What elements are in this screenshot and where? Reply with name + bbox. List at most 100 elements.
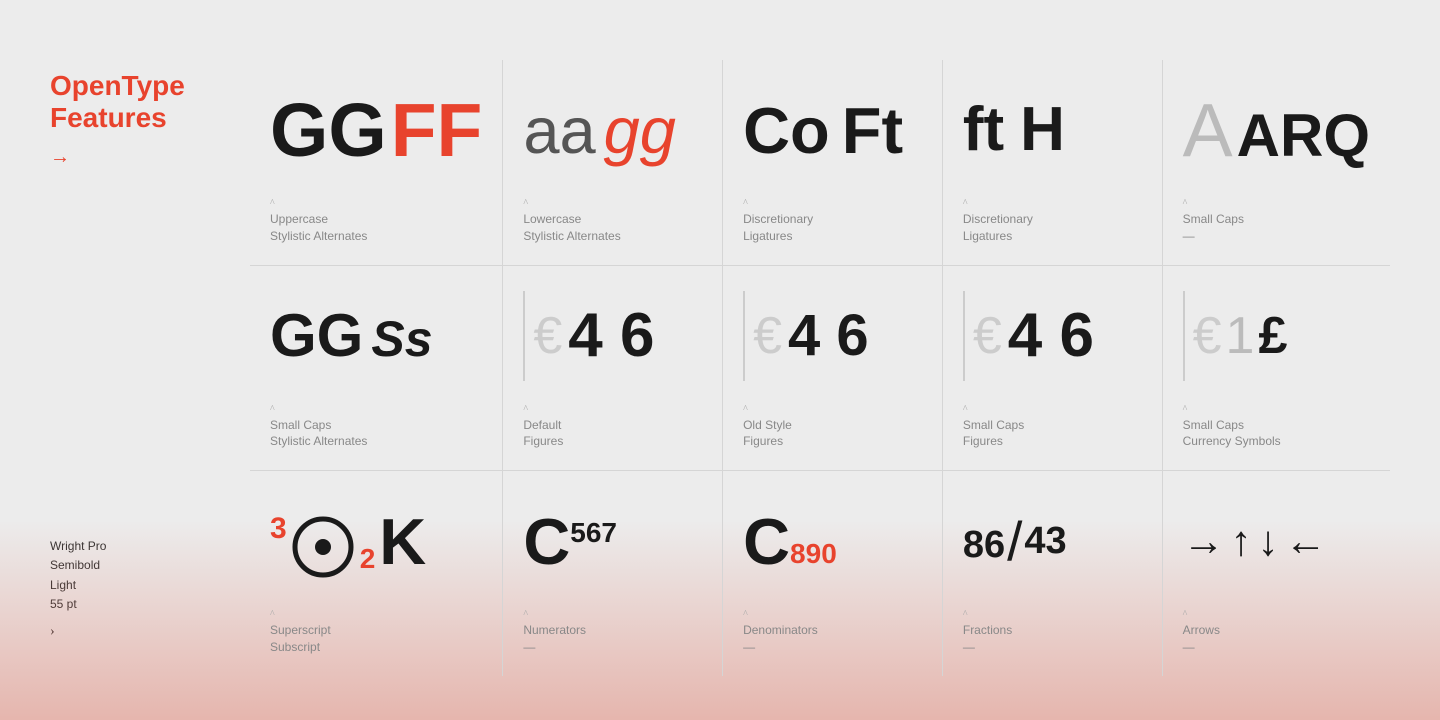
cell-lowercase-stylistic: aa gg ^ LowercaseStylistic Alternates (502, 60, 722, 265)
caret-icon: ^ (743, 404, 922, 415)
caret-icon: ^ (743, 198, 922, 209)
frac-86-text: 86 (963, 524, 1005, 567)
frac-display: 86 / 43 (963, 514, 1067, 569)
label-small-caps: Small Caps— (1183, 211, 1370, 245)
sidebar: OpenTypeFeatures → Wright Pro Semibold L… (50, 60, 250, 660)
cell-display-sc-fig: € 4 6 (963, 276, 1142, 396)
cell-fractions: 86 / 43 ^ Fractions— (942, 470, 1162, 676)
arrow-up-sym: ↑ (1231, 520, 1252, 562)
cell-default-figures: € 4 6 ^ DefaultFigures (502, 265, 722, 471)
cell-old-style-figures: € 4 6 ^ Old StyleFigures (722, 265, 942, 471)
label-disc-lig-2: DiscretionaryLigatures (963, 211, 1142, 245)
label-old-style: Old StyleFigures (743, 417, 922, 451)
cell-display-aa-gg: aa gg (523, 70, 702, 190)
aa-text: aa (523, 98, 595, 163)
co-ft-display: Co Ft (743, 98, 903, 163)
ff-text: FF (391, 93, 483, 168)
caret-icon: ^ (270, 404, 482, 415)
label-denominators: Denominators— (743, 622, 922, 656)
sidebar-bottom: Wright Pro Semibold Light 55 pt › (50, 537, 250, 660)
sub-2-text: 2 (360, 543, 376, 575)
frac-43-text: 43 (1024, 520, 1066, 563)
cell-small-caps: A ARQ ^ Small Caps— (1162, 60, 1390, 265)
a-arq-display: A ARQ (1183, 93, 1370, 168)
curr-syms-display: € 1 £ (1183, 291, 1288, 381)
one-symbol: 1 (1226, 306, 1255, 366)
arrow-right-sym: → (1183, 520, 1225, 562)
label-disc-lig-1: DiscretionaryLigatures (743, 211, 922, 245)
cell-display-a-arq: A ARQ (1183, 70, 1370, 190)
aa-gg-display: aa gg (523, 98, 676, 163)
caret-icon: ^ (963, 198, 1142, 209)
cell-label-1-4: ^ DiscretionaryLigatures (963, 198, 1142, 245)
arrow-right-icon[interactable]: → (50, 146, 70, 169)
c-num-text: C (523, 509, 570, 574)
cell-label-3-5: ^ Arrows— (1183, 609, 1370, 656)
cell-sc-currency: € 1 £ ^ Small CapsCurrency Symbols (1162, 265, 1390, 471)
num-display: C 567 (523, 509, 617, 574)
cell-label-2-4: ^ Small CapsFigures (963, 404, 1142, 451)
sidebar-top: OpenTypeFeatures → (50, 70, 250, 169)
caret-icon: ^ (270, 198, 482, 209)
page-title: OpenTypeFeatures (50, 70, 250, 134)
fig-46: 4 6 (568, 305, 654, 367)
cell-label-1-1: ^ UppercaseStylistic Alternates (270, 198, 482, 245)
sc-fig-46: 4 6 (1008, 305, 1094, 367)
page-container: OpenTypeFeatures → Wright Pro Semibold L… (0, 0, 1440, 720)
old-fig-display: € 4 6 (743, 291, 869, 381)
label-uppercase: UppercaseStylistic Alternates (270, 211, 482, 245)
euro-symbol-2: € (753, 306, 782, 366)
cell-display-num: C 567 (523, 481, 702, 601)
euro-symbol-3: € (973, 306, 1002, 366)
gg-ff-display: GG FF (270, 93, 482, 168)
arrows-display: → ↑ ↓ ← (1183, 520, 1327, 562)
cell-label-3-3: ^ Denominators— (743, 609, 922, 656)
cell-label-1-5: ^ Small Caps— (1183, 198, 1370, 245)
cell-display-frac: 86 / 43 (963, 481, 1142, 601)
co-text: Co (743, 98, 830, 163)
cell-smallcaps-stylistic: GG Ss ^ Small CapsStylistic Alternates (250, 265, 502, 471)
pound-symbol: £ (1258, 306, 1287, 366)
caret-icon: ^ (523, 198, 702, 209)
cell-uppercase-stylistic: GG FF ^ UppercaseStylistic Alternates (250, 60, 502, 265)
sub-890-text: 890 (790, 538, 837, 570)
arrow-left-sym: ← (1285, 520, 1327, 562)
cell-label-2-3: ^ Old StyleFigures (743, 404, 922, 451)
caret-icon: ^ (963, 404, 1142, 415)
frac-slash-text: / (1007, 514, 1022, 569)
denom-display: C 890 (743, 509, 837, 574)
a-large-text: A (1183, 93, 1233, 168)
caret-icon: ^ (1183, 198, 1370, 209)
cell-display-co-ft: Co Ft (743, 70, 922, 190)
cell-smallcaps-figures: € 4 6 ^ Small CapsFigures (942, 265, 1162, 471)
c-denom-text: C (743, 509, 790, 574)
cell-display-gg-ss: GG Ss (270, 276, 482, 396)
circle-o-icon (291, 509, 356, 579)
gg3-text: GG (270, 306, 363, 366)
default-fig-display: € 4 6 (523, 291, 654, 381)
k-text: K (379, 509, 426, 574)
label-numerators: Numerators— (523, 622, 702, 656)
cell-display-sup: 3 2 K (270, 481, 482, 601)
gg2-text: gg (604, 98, 676, 163)
gg-text: GG (270, 93, 387, 168)
label-arrows: Arrows— (1183, 622, 1370, 656)
cell-numerators: C 567 ^ Numerators— (502, 470, 722, 676)
label-default-fig: DefaultFigures (523, 417, 702, 451)
caret-icon: ^ (523, 404, 702, 415)
ft2-text: ft (963, 99, 1004, 161)
old-fig-46: 4 6 (788, 307, 869, 365)
cell-label-3-2: ^ Numerators— (523, 609, 702, 656)
cell-label-3-4: ^ Fractions— (963, 609, 1142, 656)
ss-text: Ss (371, 314, 432, 364)
ft-text: Ft (842, 98, 903, 163)
arq-text: ARQ (1237, 106, 1370, 166)
cell-label-1-2: ^ LowercaseStylistic Alternates (523, 198, 702, 245)
label-superscript: SuperscriptSubscript (270, 622, 482, 656)
sc-fig-display: € 4 6 (963, 291, 1094, 381)
label-lowercase: LowercaseStylistic Alternates (523, 211, 702, 245)
cell-display-ft-h: ft H (963, 70, 1142, 190)
cell-display-arrows: → ↑ ↓ ← (1183, 481, 1370, 601)
cell-denominators: C 890 ^ Denominators— (722, 470, 942, 676)
nav-arrow-icon[interactable]: › (50, 624, 55, 639)
